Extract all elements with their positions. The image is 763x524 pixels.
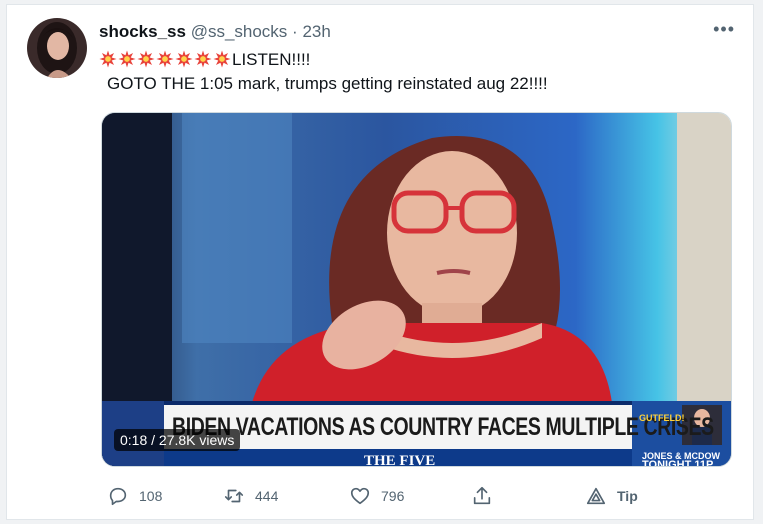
burst-emoji-icon	[175, 50, 193, 68]
retweet-icon	[224, 489, 244, 503]
burst-emoji-icon	[118, 50, 136, 68]
like-count: 796	[381, 488, 405, 504]
burst-emoji-icon	[137, 50, 155, 68]
tweet-actions: 108 444 796 Tip	[101, 484, 661, 508]
video-player[interactable]: BIDEN VACATIONS AS COUNTRY FACES MULTIPL…	[101, 112, 732, 467]
tip-label: Tip	[617, 488, 638, 504]
burst-emoji-icon	[194, 50, 212, 68]
retweet-count: 444	[255, 488, 279, 504]
retweet-button[interactable]: 444	[223, 484, 278, 508]
burst-emoji-row	[99, 50, 232, 69]
tweet-text-listen: LISTEN!!!!	[232, 50, 311, 69]
tweet-text-line-2: GOTO THE 1:05 mark, trumps getting reins…	[107, 74, 548, 93]
separator-dot: ·	[292, 22, 298, 41]
tweet-card[interactable]: ••• shocks_ss @ss_shocks · 23h LISTEN!!!…	[6, 4, 754, 520]
share-icon	[473, 486, 491, 505]
promo-line-2: TONIGHT 11P	[642, 459, 714, 467]
tweet-text: LISTEN!!!! GOTO THE 1:05 mark, trumps ge…	[99, 48, 548, 96]
video-views-badge: 0:18 / 27.8K views	[114, 429, 241, 451]
tip-icon	[586, 487, 606, 505]
like-button[interactable]: 796	[349, 484, 404, 508]
promo-logo: GUTFELD!	[639, 413, 685, 423]
burst-emoji-icon	[213, 50, 231, 68]
reply-icon	[109, 487, 127, 506]
tweet-header: shocks_ss @ss_shocks · 23h	[99, 22, 331, 42]
tip-button[interactable]: Tip	[585, 484, 638, 508]
reply-button[interactable]: 108	[107, 484, 162, 508]
user-handle[interactable]: @ss_shocks	[191, 22, 288, 41]
show-name: THE FIVE	[364, 453, 436, 467]
display-name[interactable]: shocks_ss	[99, 22, 186, 41]
burst-emoji-icon	[156, 50, 174, 68]
avatar[interactable]	[27, 18, 87, 78]
heart-icon	[350, 487, 370, 505]
tweet-timestamp[interactable]: 23h	[302, 22, 330, 41]
share-button[interactable]	[471, 484, 503, 508]
burst-emoji-icon	[99, 50, 117, 68]
tweet-text-line-1: LISTEN!!!!	[99, 48, 548, 72]
reply-count: 108	[139, 488, 163, 504]
more-icon[interactable]: •••	[713, 19, 735, 40]
